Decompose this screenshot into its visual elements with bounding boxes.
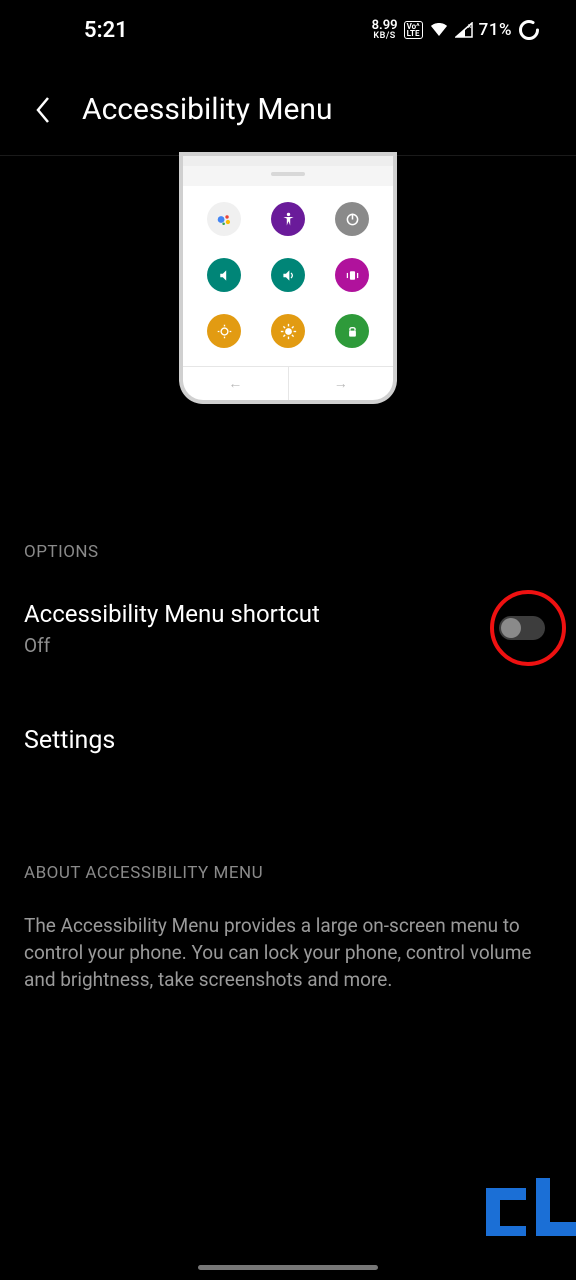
status-right: 8.99 KB/S Vo^ LTE x 71% [372, 19, 540, 41]
assistant-icon [207, 202, 241, 236]
shortcut-title: Accessibility Menu shortcut [24, 600, 320, 628]
shortcut-row[interactable]: Accessibility Menu shortcut Off [24, 562, 552, 658]
options-header: OPTIONS [24, 400, 552, 562]
spinner-icon [518, 19, 540, 41]
accessibility-icon [271, 202, 305, 236]
watermark-logo [482, 1178, 576, 1236]
signal-icon: x [455, 22, 473, 38]
status-time: 5:21 [24, 18, 128, 43]
home-indicator[interactable] [198, 1265, 378, 1270]
volume-down-icon [207, 258, 241, 292]
svg-text:x: x [468, 22, 472, 30]
next-page-icon: → [289, 367, 394, 400]
network-speed: 8.99 KB/S [372, 19, 398, 41]
back-button[interactable] [28, 95, 58, 125]
vibrate-icon [335, 258, 369, 292]
lock-icon [335, 314, 369, 348]
phone-preview: ← → [183, 156, 393, 400]
preview-nav: ← → [183, 366, 393, 400]
page-header: Accessibility Menu [0, 56, 576, 155]
shortcut-state: Off [24, 634, 320, 657]
settings-row[interactable]: Settings [24, 658, 552, 755]
brightness-down-icon [207, 314, 241, 348]
volume-up-icon [271, 258, 305, 292]
preview-illustration: ← → [0, 156, 576, 400]
battery-percent: 71% [479, 20, 512, 40]
settings-label: Settings [24, 726, 552, 755]
power-icon [335, 202, 369, 236]
about-header: ABOUT ACCESSIBILITY MENU [24, 755, 552, 883]
wifi-icon [429, 22, 449, 38]
prev-page-icon: ← [183, 367, 289, 400]
brightness-up-icon [271, 314, 305, 348]
volte-icon: Vo^ LTE [404, 21, 423, 39]
about-body: The Accessibility Menu provides a large … [24, 883, 552, 994]
shortcut-toggle[interactable] [499, 616, 545, 640]
page-title: Accessibility Menu [82, 92, 333, 127]
status-bar: 5:21 8.99 KB/S Vo^ LTE x 71% [0, 0, 576, 56]
